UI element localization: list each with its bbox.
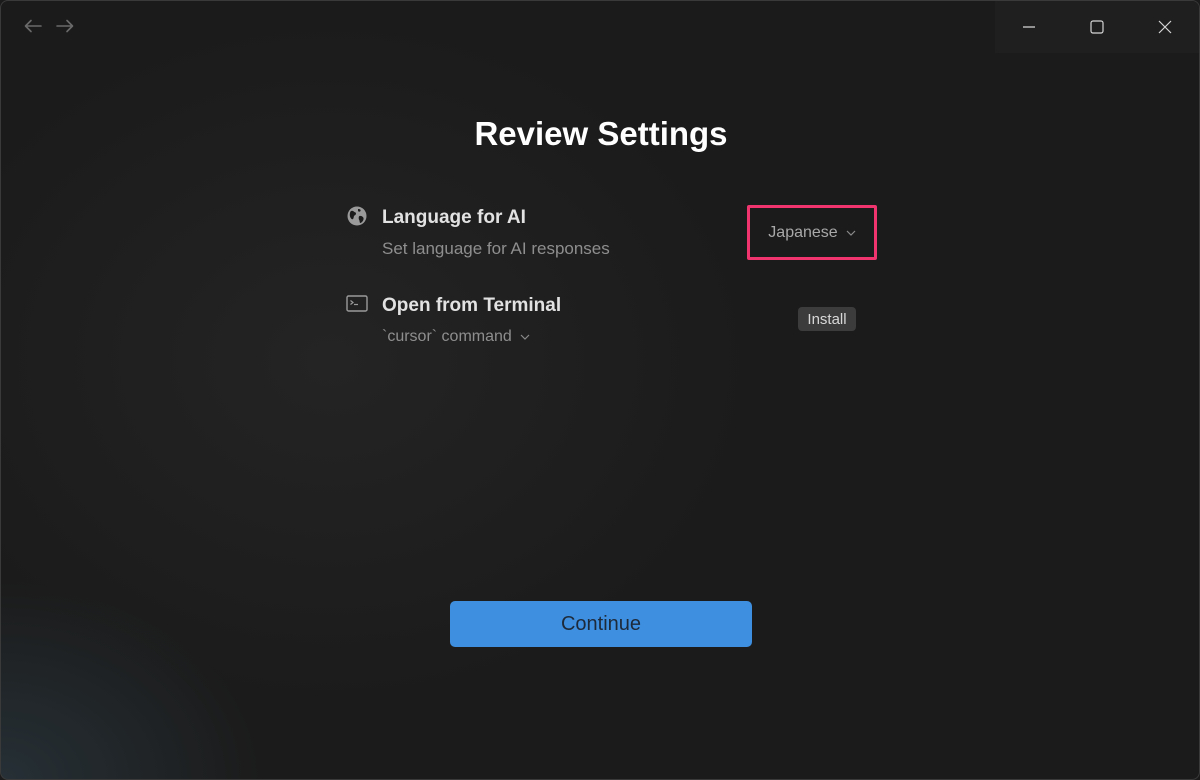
close-button[interactable] — [1131, 1, 1199, 53]
globe-icon — [347, 206, 367, 226]
nav-controls — [23, 15, 75, 37]
continue-button[interactable]: Continue — [450, 601, 752, 647]
app-window: Review Settings Language for AI Set lang… — [0, 0, 1200, 780]
terminal-command-value: `cursor` command — [382, 328, 512, 345]
language-select[interactable]: Japanese — [747, 205, 877, 260]
setting-description: Set language for AI responses — [382, 239, 610, 258]
language-select-value: Japanese — [768, 223, 838, 241]
back-button[interactable] — [23, 15, 43, 37]
arrow-left-icon — [24, 19, 42, 33]
setting-open-from-terminal: Open from Terminal `cursor` command Inst… — [346, 293, 876, 353]
arrow-right-icon — [56, 19, 74, 33]
minimize-button[interactable] — [995, 1, 1063, 53]
window-controls — [995, 1, 1199, 53]
setting-title: Open from Terminal — [382, 295, 562, 316]
terminal-command-select[interactable]: `cursor` command — [382, 328, 530, 346]
chevron-down-icon — [520, 334, 530, 340]
maximize-icon — [1090, 20, 1104, 34]
maximize-button[interactable] — [1063, 1, 1131, 53]
terminal-icon — [346, 295, 368, 312]
page-title: Review Settings — [474, 115, 728, 152]
chevron-down-icon — [846, 230, 856, 236]
setting-language-for-ai: Language for AI Set language for AI resp… — [346, 205, 877, 265]
setting-title: Language for AI — [382, 207, 526, 228]
forward-button[interactable] — [55, 15, 75, 37]
close-icon — [1158, 20, 1172, 34]
install-button[interactable]: Install — [798, 307, 856, 331]
minimize-icon — [1023, 26, 1035, 28]
